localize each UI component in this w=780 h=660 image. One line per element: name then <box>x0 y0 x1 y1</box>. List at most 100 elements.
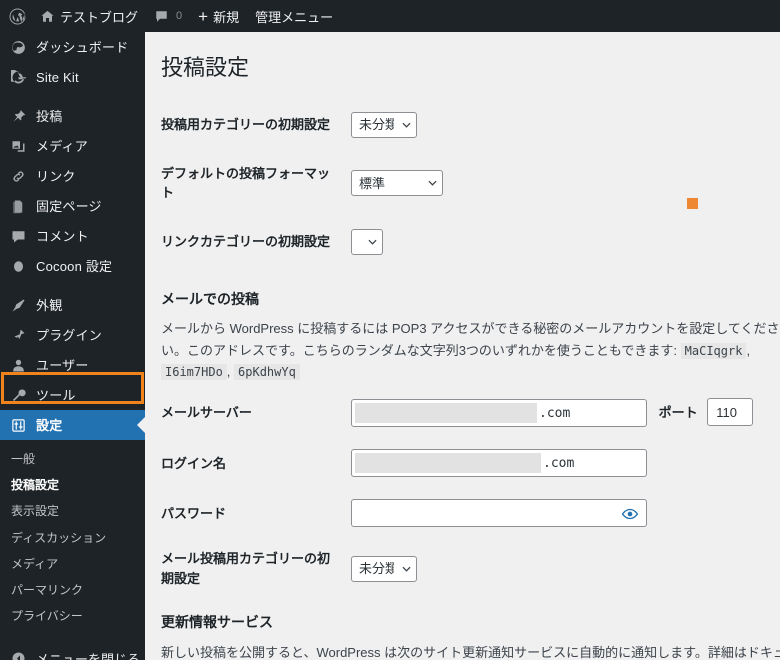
sidebar-separator <box>0 281 145 290</box>
sidebar-item-pages[interactable]: 固定ページ <box>0 191 145 221</box>
sidebar-item-label: メディア <box>36 138 88 154</box>
comma-2: , <box>226 364 235 380</box>
default-category-cell: 未分類 <box>351 99 780 151</box>
sidebar-item-label: プラグイン <box>36 327 103 343</box>
sidebar-item-users[interactable]: ユーザー <box>0 350 145 380</box>
media-icon <box>9 137 27 155</box>
mailserver-suffix: .com <box>539 406 571 422</box>
comment-bubble-icon <box>154 9 169 24</box>
adminbar-admin-menu[interactable]: 管理メニュー <box>247 0 341 32</box>
submenu-item-writing[interactable]: 投稿設定 <box>0 472 145 498</box>
mailserver-input[interactable]: .com <box>351 399 647 428</box>
table-row: ログイン名 .com <box>161 438 780 488</box>
default-category-label: 投稿用カテゴリーの初期設定 <box>161 116 331 132</box>
sidebar-item-label: ユーザー <box>36 357 89 373</box>
adminbar-admin-menu-label: 管理メニュー <box>255 9 334 25</box>
sidebar-item-media[interactable]: メディア <box>0 131 145 161</box>
default-link-category-cell <box>351 216 780 268</box>
redacted-block <box>355 403 537 424</box>
email-section-title: メールでの投稿 <box>161 290 259 307</box>
admin-sidebar: ダッシュボード Site Kit 投稿 メディア リンク 固定ページ コメント … <box>0 32 145 660</box>
pin-icon <box>9 107 27 125</box>
sidebar-item-tools[interactable]: ツール <box>0 380 145 410</box>
default-link-category-label: リンクカテゴリーの初期設定 <box>161 233 331 249</box>
mail-default-category-cell: 未分類 <box>351 538 780 599</box>
sidebar-item-dashboard[interactable]: ダッシュボード <box>0 32 145 62</box>
writing-settings-table: 投稿用カテゴリーの初期設定 未分類 デフォルトの投稿フォーマット 標準 リンクカ… <box>161 99 780 268</box>
collapse-menu-label: メニューを閉じる <box>36 651 141 660</box>
login-name-label: ログイン名 <box>161 455 227 471</box>
comment-bubble-icon <box>9 227 27 245</box>
default-category-select-wrap: 未分類 <box>351 111 417 138</box>
email-settings-table: メールサーバー .com ポート ログイン名 .com <box>161 387 780 599</box>
home-icon <box>40 9 55 24</box>
google-g-icon <box>9 68 27 86</box>
mailserver-label: メールサーバー <box>161 405 252 420</box>
eye-visibility-icon[interactable] <box>621 505 639 523</box>
port-label: ポート <box>658 404 698 420</box>
wordpress-logo-icon <box>9 8 26 25</box>
password-input[interactable] <box>351 499 647 528</box>
sidebar-item-comments[interactable]: コメント <box>0 221 145 251</box>
update-services-description: 新しい投稿を公開すると、WordPress は次のサイト更新通知サービスに自動的… <box>161 642 780 660</box>
collapse-menu-button[interactable]: メニューを閉じる <box>0 643 145 660</box>
sidebar-item-label: Site Kit <box>36 69 79 85</box>
submenu-item-general[interactable]: 一般 <box>0 446 145 472</box>
sidebar-item-site-kit[interactable]: Site Kit <box>0 62 145 92</box>
password-label: パスワード <box>161 505 227 521</box>
admin-bar: テストブログ 0 + 新規 管理メニュー <box>0 0 780 32</box>
sidebar-item-links[interactable]: リンク <box>0 161 145 191</box>
table-row: パスワード <box>161 488 780 538</box>
submenu-item-discussion[interactable]: ディスカッション <box>0 525 145 551</box>
password-cell <box>351 488 780 538</box>
page-title: 投稿設定 <box>161 55 250 80</box>
mail-default-category-select[interactable]: 未分類 <box>351 555 417 582</box>
submenu-item-permalinks[interactable]: パーマリンク <box>0 577 145 603</box>
adminbar-site-name-label: テストブログ <box>60 9 139 25</box>
default-post-format-select[interactable]: 標準 <box>351 170 443 197</box>
default-category-select[interactable]: 未分類 <box>351 111 417 138</box>
link-icon <box>9 167 27 185</box>
sidebar-item-label: 外観 <box>36 297 63 313</box>
sidebar-item-label: 設定 <box>36 417 63 433</box>
sidebar-item-cocoon-settings[interactable]: Cocoon 設定 <box>0 251 145 281</box>
dashboard-icon <box>9 38 27 56</box>
submenu-item-privacy[interactable]: プライバシー <box>0 603 145 629</box>
sidebar-item-settings[interactable]: 設定 <box>0 410 145 440</box>
wp-admin-screen: テストブログ 0 + 新規 管理メニュー ダッシュボード Site Kit 投稿… <box>0 0 780 660</box>
submenu-item-reading[interactable]: 表示設定 <box>0 498 145 524</box>
sidebar-item-posts[interactable]: 投稿 <box>0 101 145 131</box>
appearance-brush-icon <box>9 296 27 314</box>
table-row: リンクカテゴリーの初期設定 <box>161 216 780 268</box>
table-row: メール投稿用カテゴリーの初期設定 未分類 <box>161 538 780 599</box>
login-suffix: .com <box>543 456 575 472</box>
sidebar-separator <box>0 92 145 101</box>
default-post-format-cell: 標準 <box>351 151 780 216</box>
default-link-category-select-wrap <box>351 228 383 255</box>
adminbar-site-name[interactable]: テストブログ <box>32 0 146 32</box>
tools-wrench-icon <box>9 386 27 404</box>
port-input[interactable] <box>707 398 754 427</box>
submenu-item-media[interactable]: メディア <box>0 551 145 577</box>
table-row: 投稿用カテゴリーの初期設定 未分類 <box>161 99 780 151</box>
default-post-format-label: デフォルトの投稿フォーマット <box>161 165 331 201</box>
adminbar-new-content[interactable]: + 新規 <box>190 0 247 32</box>
adminbar-new-label: 新規 <box>213 9 240 25</box>
sidebar-item-plugins[interactable]: プラグイン <box>0 320 145 350</box>
sidebar-item-appearance[interactable]: 外観 <box>0 290 145 320</box>
page-icon <box>9 197 27 215</box>
settings-submenu: 一般 投稿設定 表示設定 ディスカッション メディア パーマリンク プライバシー <box>0 440 145 638</box>
random-string-2: I6im7HDo <box>161 364 227 381</box>
sidebar-item-label: 固定ページ <box>36 198 102 214</box>
table-row: メールサーバー .com ポート <box>161 387 780 438</box>
random-string-3: 6pKdhwYq <box>234 364 300 381</box>
sidebar-item-label: リンク <box>36 168 76 184</box>
adminbar-wp-logo[interactable] <box>0 0 32 32</box>
random-string-1: MaCIqgrk <box>680 342 747 359</box>
sidebar-item-label: Cocoon 設定 <box>36 258 113 274</box>
mail-default-category-select-wrap: 未分類 <box>351 555 417 582</box>
login-name-input[interactable]: .com <box>351 449 647 478</box>
adminbar-comments[interactable]: 0 <box>146 0 190 32</box>
cocoon-icon <box>9 257 27 275</box>
default-link-category-select[interactable] <box>351 228 383 255</box>
